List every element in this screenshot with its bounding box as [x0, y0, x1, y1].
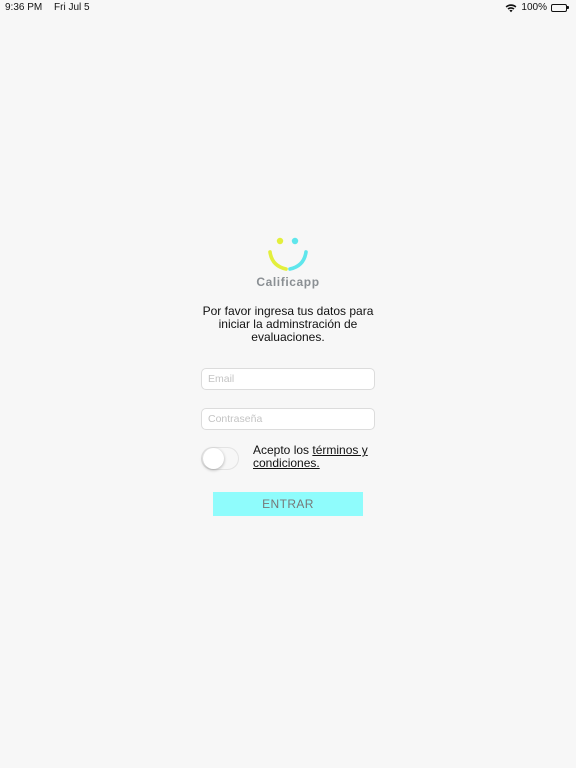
battery-icon: [551, 3, 570, 13]
terms-prefix: Acepto los: [253, 443, 313, 457]
battery-percentage: 100%: [521, 2, 547, 13]
terms-label: Acepto los términos y condiciones.: [253, 444, 383, 470]
wifi-icon: [505, 3, 517, 13]
status-right: 100%: [505, 0, 570, 16]
status-time: 9:36 PM: [5, 2, 43, 13]
status-bar: 9:36 PM Fri Jul 5 100%: [0, 0, 576, 16]
intro-text: Por favor ingresa tus datos para iniciar…: [202, 304, 374, 344]
status-left: 9:36 PM Fri Jul 5: [5, 0, 99, 16]
smiley-logo-icon: [268, 237, 308, 271]
app-logo: Calificapp: [252, 234, 324, 294]
email-field[interactable]: [201, 368, 375, 390]
password-field[interactable]: [201, 408, 375, 430]
status-date: Fri Jul 5: [54, 2, 90, 13]
terms-toggle[interactable]: [201, 447, 239, 470]
app-name: Calificapp: [256, 275, 320, 289]
toggle-knob: [203, 448, 224, 469]
enter-button[interactable]: ENTRAR: [213, 492, 363, 516]
login-screen: 9:36 PM Fri Jul 5 100% Calificapp Por fa…: [0, 0, 576, 768]
